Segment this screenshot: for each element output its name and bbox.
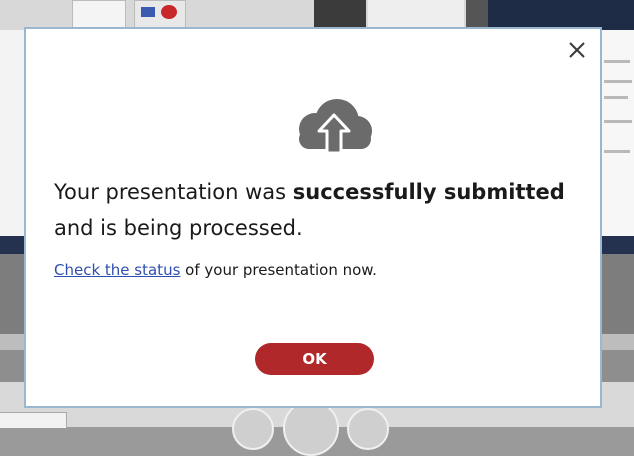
submission-dialog: Your presentation was successfully submi… (24, 27, 602, 408)
background-tab (0, 412, 67, 428)
background-control-button (283, 400, 339, 456)
background-control-button (347, 408, 389, 450)
background-text-line (604, 150, 630, 153)
background-text-line (604, 120, 632, 123)
background-side-panel-header (488, 0, 634, 30)
status-line-text: of your presentation now. (180, 261, 377, 279)
message-text-end: and is being processed. (54, 216, 303, 240)
status-line: Check the status of your presentation no… (54, 260, 594, 280)
background-page (368, 0, 464, 30)
background-text-line (604, 60, 630, 63)
background-panel (466, 0, 488, 30)
background-text-line (604, 80, 632, 83)
background-thumbnail (72, 0, 126, 28)
cloud-upload-icon (289, 95, 379, 159)
background-panel (314, 0, 366, 30)
close-icon[interactable] (566, 39, 588, 61)
background-left-page (0, 30, 24, 236)
confirmation-message: Your presentation was successfully submi… (54, 174, 594, 246)
message-emphasis: successfully submitted (292, 180, 565, 204)
background-control-button (232, 408, 274, 450)
check-status-link[interactable]: Check the status (54, 261, 180, 279)
background-thumbnail (134, 0, 186, 28)
background-text-line (604, 96, 628, 99)
ok-button[interactable]: OK (255, 343, 374, 375)
message-text: Your presentation was (54, 180, 293, 204)
